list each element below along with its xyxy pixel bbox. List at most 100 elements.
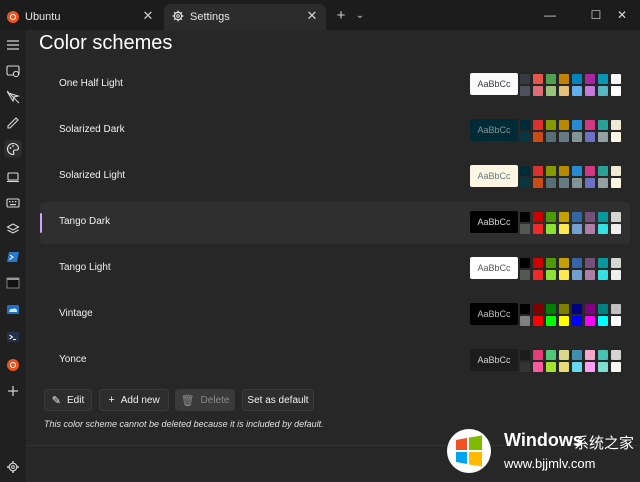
color-swatch	[598, 212, 608, 222]
color-swatch	[533, 132, 543, 142]
close-tab-icon[interactable]: ✕	[140, 8, 156, 24]
color-swatch	[546, 316, 556, 326]
appearance-icon[interactable]	[4, 114, 22, 132]
color-swatch	[572, 120, 582, 130]
actions-icon[interactable]	[4, 194, 22, 212]
color-swatch	[611, 212, 621, 222]
color-swatch	[559, 258, 569, 268]
color-swatch	[559, 166, 569, 176]
rendering-icon[interactable]	[4, 168, 22, 186]
color-swatch	[520, 304, 530, 314]
scheme-row[interactable]: Tango Dark AaBbCc	[40, 202, 630, 244]
color-swatch	[546, 120, 556, 130]
color-swatch	[585, 120, 595, 130]
delete-button[interactable]: 🗑 Delete	[175, 389, 235, 411]
command-prompt-icon[interactable]	[4, 274, 22, 292]
color-swatch	[572, 270, 582, 280]
color-swatch	[611, 86, 621, 96]
color-swatch	[559, 270, 569, 280]
edit-button-label: Edit	[66, 394, 85, 406]
color-swatch	[546, 86, 556, 96]
color-swatch	[520, 270, 530, 280]
color-swatch	[520, 362, 530, 372]
color-swatch	[546, 166, 556, 176]
color-swatch	[520, 316, 530, 326]
color-swatch	[598, 178, 608, 188]
new-tab-button[interactable]: +	[332, 6, 350, 24]
defaults-icon[interactable]	[4, 220, 22, 238]
tab-settings-label: Settings	[190, 11, 230, 23]
color-swatch	[520, 132, 530, 142]
set-as-default-label: Set as default	[247, 394, 309, 406]
color-swatch	[572, 224, 582, 234]
color-swatches	[520, 166, 622, 188]
color-schemes-icon[interactable]	[4, 140, 22, 158]
color-swatch	[598, 316, 608, 326]
chevron-down-icon[interactable]: ⌄	[353, 7, 367, 23]
color-swatch	[611, 120, 621, 130]
color-swatch	[546, 270, 556, 280]
scheme-name: Tango Dark	[59, 216, 111, 227]
color-swatch	[559, 224, 569, 234]
color-swatches	[520, 74, 622, 96]
color-swatch	[520, 74, 530, 84]
color-swatch	[585, 362, 595, 372]
color-swatch	[520, 224, 530, 234]
color-swatch	[585, 86, 595, 96]
tab-settings[interactable]: Settings ✕	[164, 4, 326, 30]
set-as-default-button[interactable]: Set as default	[242, 389, 314, 411]
color-swatch	[559, 350, 569, 360]
color-swatches	[520, 212, 622, 234]
add-new-button[interactable]: + Add new	[99, 389, 169, 411]
powershell-icon[interactable]	[4, 248, 22, 266]
color-swatches	[520, 258, 622, 280]
color-swatch	[520, 166, 530, 176]
ubuntu-profile-icon[interactable]	[4, 356, 22, 374]
powershell-core-icon[interactable]	[4, 328, 22, 346]
color-swatch	[598, 120, 608, 130]
minimize-button[interactable]: —	[532, 0, 568, 30]
scheme-row[interactable]: Solarized Light AaBbCc	[40, 156, 630, 198]
scheme-row[interactable]: Tango Light AaBbCc	[40, 248, 630, 290]
color-swatch	[546, 258, 556, 268]
edit-button[interactable]: ✎ Edit	[44, 389, 92, 411]
color-swatch	[520, 212, 530, 222]
color-swatch	[520, 350, 530, 360]
hamburger-menu-icon[interactable]	[4, 36, 22, 54]
color-swatch	[611, 350, 621, 360]
color-swatch	[585, 74, 595, 84]
color-swatch	[572, 178, 582, 188]
scheme-name: Tango Light	[59, 262, 111, 273]
add-profile-icon[interactable]	[4, 382, 22, 400]
color-swatch	[533, 120, 543, 130]
open-json-settings-icon[interactable]	[4, 458, 22, 476]
scheme-preview: AaBbCc	[470, 119, 518, 141]
close-tab-icon[interactable]: ✕	[304, 8, 320, 24]
scheme-preview: AaBbCc	[470, 165, 518, 187]
color-swatch	[559, 362, 569, 372]
watermark-url: www.bjjmlv.com	[504, 456, 596, 471]
tab-ubuntu[interactable]: Ubuntu ✕	[0, 4, 162, 30]
color-swatch	[572, 86, 582, 96]
scheme-row[interactable]: One Half Light AaBbCc	[40, 64, 630, 106]
interaction-icon[interactable]	[4, 88, 22, 106]
color-swatch	[546, 304, 556, 314]
ubuntu-icon	[7, 359, 19, 371]
scheme-name: Solarized Dark	[59, 124, 125, 135]
color-swatch	[546, 212, 556, 222]
color-swatch	[585, 270, 595, 280]
scheme-name: Yonce	[59, 354, 87, 365]
scheme-preview: AaBbCc	[470, 349, 518, 371]
color-swatch	[559, 212, 569, 222]
color-swatch	[611, 224, 621, 234]
trash-icon: 🗑	[180, 394, 195, 407]
color-swatch	[598, 74, 608, 84]
scheme-row[interactable]: Solarized Dark AaBbCc	[40, 110, 630, 152]
azure-cloud-shell-icon[interactable]	[4, 300, 22, 318]
close-window-button[interactable]: ✕	[604, 0, 640, 30]
scheme-row[interactable]: Yonce AaBbCc	[40, 340, 630, 382]
startup-icon[interactable]	[4, 62, 22, 80]
scheme-preview: AaBbCc	[470, 73, 518, 95]
color-swatch	[611, 166, 621, 176]
scheme-row[interactable]: Vintage AaBbCc	[40, 294, 630, 336]
